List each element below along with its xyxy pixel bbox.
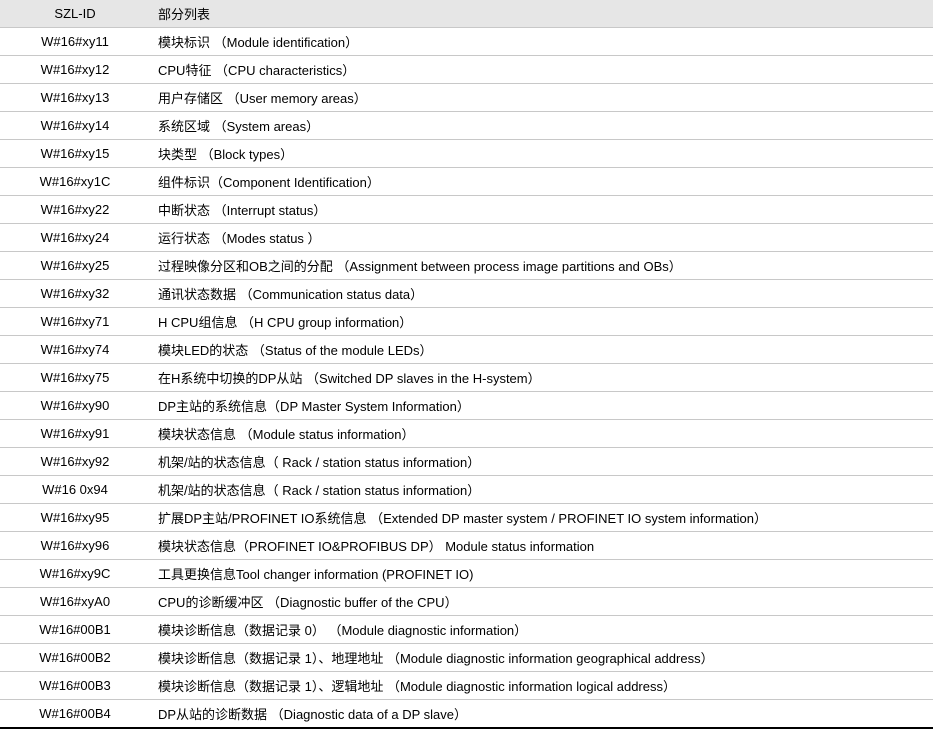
- cell-description: 模块标识 （Module identification）: [150, 28, 933, 56]
- cell-szl-id: W#16#xy96: [0, 532, 150, 560]
- cell-szl-id: W#16#xy12: [0, 56, 150, 84]
- cell-szl-id: W#16#xyA0: [0, 588, 150, 616]
- cell-szl-id: W#16#xy24: [0, 224, 150, 252]
- cell-description: 模块状态信息 （Module status information）: [150, 420, 933, 448]
- cell-description: 模块状态信息（PROFINET IO&PROFIBUS DP） Module s…: [150, 532, 933, 560]
- cell-description: CPU的诊断缓冲区 （Diagnostic buffer of the CPU）: [150, 588, 933, 616]
- cell-description: 在H系统中切换的DP从站 （Switched DP slaves in the …: [150, 364, 933, 392]
- header-description: 部分列表: [150, 0, 933, 28]
- table-row: W#16#xy15块类型 （Block types）: [0, 140, 933, 168]
- cell-szl-id: W#16#00B4: [0, 700, 150, 729]
- cell-szl-id: W#16 0x94: [0, 476, 150, 504]
- szl-id-table: SZL-ID 部分列表 W#16#xy11模块标识 （Module identi…: [0, 0, 933, 729]
- cell-szl-id: W#16#xy11: [0, 28, 150, 56]
- cell-description: 模块诊断信息（数据记录 1）、地理地址 （Module diagnostic i…: [150, 644, 933, 672]
- cell-szl-id: W#16#xy75: [0, 364, 150, 392]
- cell-description: 模块LED的状态 （Status of the module LEDs）: [150, 336, 933, 364]
- table-row: W#16#00B2模块诊断信息（数据记录 1）、地理地址 （Module dia…: [0, 644, 933, 672]
- table-row: W#16#xy9C工具更换信息Tool changer information …: [0, 560, 933, 588]
- cell-szl-id: W#16#xy90: [0, 392, 150, 420]
- cell-description: 系统区域 （System areas）: [150, 112, 933, 140]
- table-row: W#16#xyA0CPU的诊断缓冲区 （Diagnostic buffer of…: [0, 588, 933, 616]
- cell-description: 机架/站的状态信息（ Rack / station status informa…: [150, 476, 933, 504]
- cell-szl-id: W#16#xy91: [0, 420, 150, 448]
- table-row: W#16#xy75在H系统中切换的DP从站 （Switched DP slave…: [0, 364, 933, 392]
- cell-szl-id: W#16#xy15: [0, 140, 150, 168]
- cell-szl-id: W#16#xy32: [0, 280, 150, 308]
- cell-szl-id: W#16#xy95: [0, 504, 150, 532]
- table-row: W#16#xy14系统区域 （System areas）: [0, 112, 933, 140]
- header-szl-id: SZL-ID: [0, 0, 150, 28]
- table-body: W#16#xy11模块标识 （Module identification）W#1…: [0, 28, 933, 729]
- table-row: W#16#xy74模块LED的状态 （Status of the module …: [0, 336, 933, 364]
- table-row: W#16#00B1模块诊断信息（数据记录 0） （Module diagnost…: [0, 616, 933, 644]
- cell-description: 块类型 （Block types）: [150, 140, 933, 168]
- table-row: W#16#xy11模块标识 （Module identification）: [0, 28, 933, 56]
- cell-szl-id: W#16#xy71: [0, 308, 150, 336]
- cell-szl-id: W#16#xy25: [0, 252, 150, 280]
- cell-description: H CPU组信息 （H CPU group information）: [150, 308, 933, 336]
- table-row: W#16#xy90DP主站的系统信息（DP Master System Info…: [0, 392, 933, 420]
- table-row: W#16#xy95扩展DP主站/PROFINET IO系统信息 （Extende…: [0, 504, 933, 532]
- cell-szl-id: W#16#xy1C: [0, 168, 150, 196]
- table-row: W#16#xy71H CPU组信息 （H CPU group informati…: [0, 308, 933, 336]
- cell-description: 用户存储区 （User memory areas）: [150, 84, 933, 112]
- cell-description: 机架/站的状态信息（ Rack / station status informa…: [150, 448, 933, 476]
- cell-description: 过程映像分区和OB之间的分配 （Assignment between proce…: [150, 252, 933, 280]
- table-row: W#16#xy22中断状态 （Interrupt status）: [0, 196, 933, 224]
- cell-description: 通讯状态数据 （Communication status data）: [150, 280, 933, 308]
- cell-description: 组件标识（Component Identification）: [150, 168, 933, 196]
- table-row: W#16 0x94机架/站的状态信息（ Rack / station statu…: [0, 476, 933, 504]
- table-header-row: SZL-ID 部分列表: [0, 0, 933, 28]
- cell-description: 运行状态 （Modes status ）: [150, 224, 933, 252]
- cell-szl-id: W#16#xy13: [0, 84, 150, 112]
- table-row: W#16#00B4DP从站的诊断数据 （Diagnostic data of a…: [0, 700, 933, 729]
- cell-description: DP从站的诊断数据 （Diagnostic data of a DP slave…: [150, 700, 933, 729]
- table-row: W#16#xy12CPU特征 （CPU characteristics）: [0, 56, 933, 84]
- cell-description: 模块诊断信息（数据记录 0） （Module diagnostic inform…: [150, 616, 933, 644]
- cell-szl-id: W#16#xy92: [0, 448, 150, 476]
- table-row: W#16#xy32通讯状态数据 （Communication status da…: [0, 280, 933, 308]
- cell-szl-id: W#16#xy74: [0, 336, 150, 364]
- table-row: W#16#xy91模块状态信息 （Module status informati…: [0, 420, 933, 448]
- table-row: W#16#xy96模块状态信息（PROFINET IO&PROFIBUS DP）…: [0, 532, 933, 560]
- cell-description: 中断状态 （Interrupt status）: [150, 196, 933, 224]
- cell-description: 扩展DP主站/PROFINET IO系统信息 （Extended DP mast…: [150, 504, 933, 532]
- table-row: W#16#xy25过程映像分区和OB之间的分配 （Assignment betw…: [0, 252, 933, 280]
- cell-szl-id: W#16#xy22: [0, 196, 150, 224]
- cell-description: CPU特征 （CPU characteristics）: [150, 56, 933, 84]
- table-row: W#16#xy13用户存储区 （User memory areas）: [0, 84, 933, 112]
- table-row: W#16#xy1C组件标识（Component Identification）: [0, 168, 933, 196]
- cell-description: DP主站的系统信息（DP Master System Information）: [150, 392, 933, 420]
- table-row: W#16#xy24运行状态 （Modes status ）: [0, 224, 933, 252]
- cell-szl-id: W#16#00B1: [0, 616, 150, 644]
- cell-description: 工具更换信息Tool changer information (PROFINET…: [150, 560, 933, 588]
- cell-szl-id: W#16#00B2: [0, 644, 150, 672]
- cell-szl-id: W#16#xy9C: [0, 560, 150, 588]
- table-row: W#16#xy92机架/站的状态信息（ Rack / station statu…: [0, 448, 933, 476]
- cell-szl-id: W#16#xy14: [0, 112, 150, 140]
